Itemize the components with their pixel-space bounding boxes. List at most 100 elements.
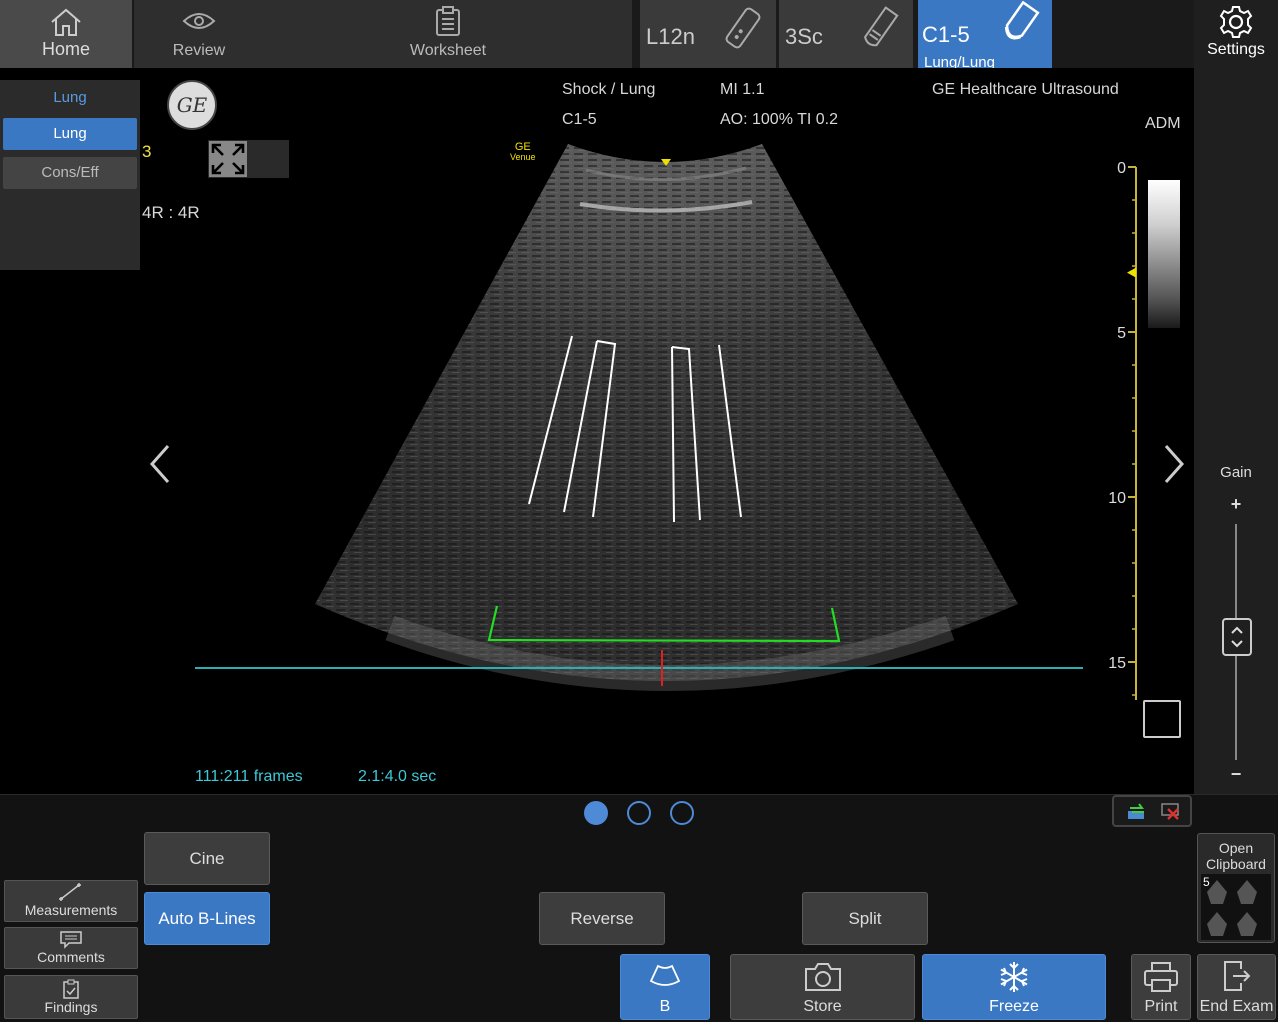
page-dot-2[interactable] [627,801,651,825]
end-exam-button[interactable]: End Exam [1197,954,1276,1020]
split-button[interactable]: Split [802,892,928,945]
freeze-button[interactable]: Freeze [922,954,1106,1020]
probe-name: L12n [646,24,695,49]
gain-slider-handle[interactable] [1222,618,1252,656]
bottom-control-panel: Cine Auto B-Lines Reverse Split Measurem… [0,794,1278,1022]
probe-l12n[interactable]: L12n [640,0,776,68]
reverse-button[interactable]: Reverse [539,892,665,945]
home-icon [49,6,83,43]
preset-text: Shock / Lung [562,81,656,98]
b-mode-button[interactable]: B [620,954,710,1020]
open-clipboard-button[interactable]: Open Clipboard 5 [1197,833,1275,943]
time-counter: 2.1:4.0 sec [358,768,437,785]
expand-icon[interactable] [209,141,247,177]
worksheet-label: Worksheet [409,42,487,59]
gain-panel: Gain + − [1194,68,1278,794]
transfer-icon [1126,801,1148,826]
exit-icon [1221,959,1253,998]
depth-tick-label: 5 [1117,325,1126,342]
cine-button[interactable]: Cine [144,832,270,885]
focus-marker[interactable] [661,159,671,166]
worksheet-button[interactable]: Worksheet [264,0,632,68]
zone-number: 3 [142,142,152,161]
sector-probe-icon [857,4,903,57]
venue-line2: Venue [510,152,536,162]
square-toggle-button[interactable] [1143,700,1181,738]
zoom-ratio: 4R : 4R [142,203,200,222]
gain-plus-button[interactable]: + [1194,494,1278,515]
print-button[interactable]: Print [1131,954,1191,1020]
ao-ti-value: AO: 100% TI 0.2 [720,111,838,128]
probe-text: C1-5 [562,111,597,128]
adm-label: ADM [1145,115,1181,132]
mi-value: MI 1.1 [720,81,765,98]
comments-button[interactable]: Comments [4,927,138,969]
eye-icon [182,10,216,37]
clipboard-label-2: Clipboard [1206,856,1266,872]
clipboard-count: 5 [1203,875,1210,889]
probe-c1-5[interactable]: C1-5 Lung/Lung [918,0,1052,78]
roi-bracket[interactable] [487,605,841,643]
review-button[interactable]: Review [134,0,264,68]
focal-depth-marker[interactable] [1127,267,1136,278]
probe-3sc[interactable]: 3Sc [779,0,913,68]
print-label: Print [1144,998,1178,1015]
findings-button[interactable]: Findings [4,975,138,1019]
gear-icon [1216,4,1256,45]
clipboard-icon [435,6,461,41]
venue-watermark: GE Venue [510,141,536,163]
ultrasound-image-area[interactable]: 0 5 10 15 GE 3 4R : 4R Shock / Lung C1-5 MI… [140,68,1194,794]
camera-icon [803,961,843,998]
home-label: Home [41,39,90,59]
b-line [671,346,701,523]
b-line [563,340,617,518]
preset-panel: Lung Lung Cons/Eff [0,80,140,270]
snowflake-icon [996,959,1032,1000]
depth-tick-label: 10 [1108,490,1126,507]
end-exam-label: End Exam [1199,998,1274,1015]
review-label: Review [172,42,226,59]
curved-probe-icon [996,0,1042,55]
findings-label: Findings [44,999,98,1015]
b-line [718,344,742,518]
depth-tick-label: 15 [1108,655,1126,672]
probe-name: 3Sc [785,24,823,49]
probe-name: C1-5 [922,22,970,47]
transfer-status[interactable] [1112,795,1192,827]
ge-logo: GE [167,80,217,130]
clipboard-label-1: Open [1218,840,1254,856]
measurements-label: Measurements [24,902,118,918]
grayscale-bar [1148,180,1180,328]
clipboard-thumbnail[interactable]: 5 [1201,874,1271,940]
b-line [528,335,573,505]
linear-probe-icon [720,4,766,57]
preset-panel-title: Lung [53,89,87,106]
depth-scale: 0 5 10 15 [1108,160,1137,700]
brand-text: GE Healthcare Ultrasound [932,81,1119,98]
venue-line1: GE [514,141,531,153]
gain-minus-button[interactable]: − [1194,764,1278,785]
gain-label: Gain [1220,464,1252,481]
page-dot-3[interactable] [670,801,694,825]
settings-button[interactable]: Settings [1194,0,1278,68]
measurements-button[interactable]: Measurements [4,880,138,922]
preset-lung-button[interactable]: Lung [3,118,137,150]
disconnect-icon [1160,801,1182,826]
store-button[interactable]: Store [730,954,915,1020]
store-label: Store [803,998,842,1015]
page-dot-1[interactable] [584,801,608,825]
freeze-label: Freeze [989,998,1039,1015]
b-mode-icon [649,963,681,992]
preset-cons-eff-button[interactable]: Cons/Eff [3,157,137,189]
expand-control[interactable] [208,140,289,178]
b-line-markers [528,335,742,523]
comments-label: Comments [37,949,105,965]
next-arrow-icon[interactable] [1158,442,1188,486]
frames-counter: 111:211 frames [195,768,303,785]
b-mode-label: B [659,998,671,1015]
home-button[interactable]: Home [0,0,132,68]
auto-b-lines-button[interactable]: Auto B-Lines [144,892,270,945]
printer-icon [1143,961,1179,998]
settings-label: Settings [1207,41,1265,58]
previous-arrow-icon[interactable] [146,442,176,486]
